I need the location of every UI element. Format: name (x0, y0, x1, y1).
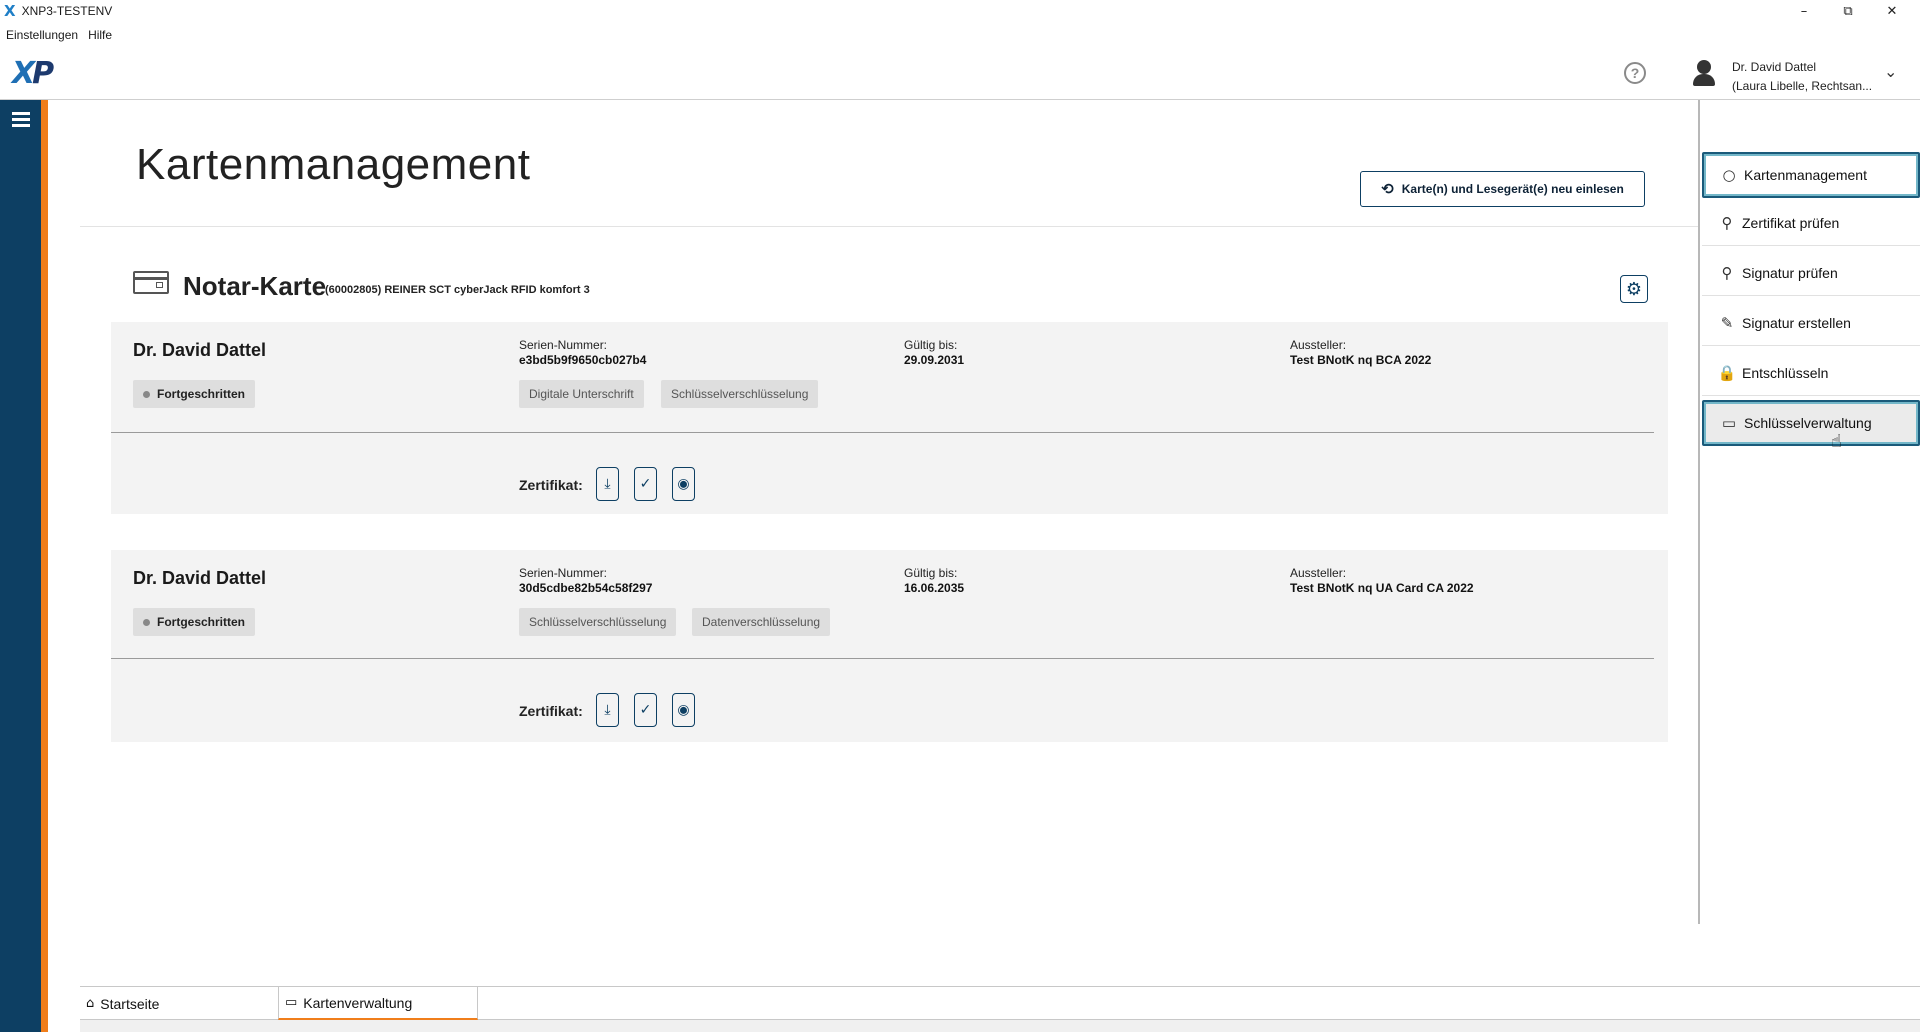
sidebar-item-schluesselverwaltung[interactable]: ▭ Schlüsselverwaltung (1702, 400, 1920, 446)
card-icon: ▭ (285, 995, 298, 1010)
window-title: XNP3-TESTENV (21, 4, 113, 18)
certificate-label: Zertifikat: (519, 703, 583, 719)
valid-label: Gültig bis: (904, 338, 958, 352)
verify-certificate-button[interactable]: ✓ (634, 693, 657, 727)
sidebar-item-label: Zertifikat prüfen (1742, 214, 1840, 231)
page-title: Kartenmanagement (136, 140, 531, 189)
checkmark-icon: ✓ (639, 476, 652, 492)
certificate-label: Zertifikat: (519, 477, 583, 493)
valid-value: 29.09.2031 (904, 353, 965, 367)
tab-label: Kartenverwaltung (303, 994, 413, 1011)
side-panel: ○ Kartenmanagement ⚲ Zertifikat prüfen ⚲… (1698, 100, 1920, 924)
sidebar-item-label: Schlüsselverwaltung (1744, 415, 1872, 431)
issuer-value: Test BNotK nq UA Card CA 2022 (1290, 581, 1474, 595)
pointer-cursor-icon: ☝ (1831, 431, 1842, 452)
search-icon: ⚲ (1721, 263, 1733, 282)
left-nav-bar (0, 100, 48, 1032)
app-icon: X (4, 2, 16, 20)
user-icon (1692, 60, 1716, 88)
cert-owner: Dr. David Dattel (133, 340, 267, 360)
restore-button[interactable]: ⧉ (1826, 0, 1870, 22)
issuer-value: Test BNotK nq BCA 2022 (1290, 353, 1432, 367)
eye-icon: ◉ (677, 476, 690, 492)
pen-icon: ✎ (1720, 313, 1734, 332)
usage-badge: Schlüsselverschlüsselung (661, 380, 819, 408)
issuer-label: Aussteller: (1290, 338, 1347, 352)
verify-certificate-button[interactable]: ✓ (634, 467, 657, 501)
menu-help[interactable]: Hilfe (88, 28, 112, 42)
close-button[interactable]: ✕ (1870, 0, 1914, 22)
download-certificate-button[interactable]: ⤓ (596, 467, 619, 501)
bottom-tab-bar: ⌂ Startseite ▭ Kartenverwaltung (80, 986, 1920, 1020)
tab-label: Startseite (100, 995, 160, 1012)
view-certificate-button[interactable]: ◉ (672, 467, 695, 501)
card-icon (133, 271, 169, 294)
serial-value: e3bd5b9f9650cb027b4 (519, 353, 647, 367)
hamburger-menu-icon[interactable] (12, 112, 30, 128)
eye-icon: ◉ (677, 702, 690, 718)
sidebar-item-zertifikat-pruefen[interactable]: ⚲ Zertifikat prüfen (1702, 200, 1920, 246)
card-icon: ▭ (1721, 414, 1737, 432)
valid-value: 16.06.2035 (904, 581, 965, 595)
tab-startseite[interactable]: ⌂ Startseite (80, 987, 278, 1020)
usage-badge: Schlüsselverschlüsselung (519, 608, 677, 636)
lock-icon: 🔒 (1717, 363, 1737, 382)
card-settings-button[interactable]: ⚙ (1620, 275, 1648, 303)
certificate-panel: Dr. David Dattel Fortgeschritten Serien-… (111, 550, 1668, 742)
cert-divider (111, 658, 1654, 659)
certificate-panel: Dr. David Dattel Fortgeschritten Serien-… (111, 322, 1668, 514)
window-titlebar: X XNP3-TESTENV – ⧉ ✕ (0, 0, 1920, 22)
sidebar-item-label: Signatur prüfen (1742, 264, 1838, 281)
refresh-icon: ⟲ (1381, 180, 1394, 198)
user-name: Dr. David Dattel (1732, 60, 1817, 74)
sidebar-item-entschluesseln[interactable]: 🔒 Entschlüsseln (1702, 350, 1920, 396)
sidebar-item-label: Signatur erstellen (1742, 314, 1851, 331)
usage-badge: Datenverschlüsselung (692, 608, 831, 636)
valid-label: Gültig bis: (904, 566, 958, 580)
sidebar-item-label: Entschlüsseln (1742, 364, 1829, 381)
app-header: XP ? Dr. David Dattel (Laura Libelle, Re… (0, 50, 1920, 100)
reload-cards-label: Karte(n) und Lesegerät(e) neu einlesen (1401, 182, 1624, 196)
minimize-button[interactable]: – (1782, 0, 1826, 22)
serial-label: Serien-Nummer: (519, 338, 608, 352)
gear-icon: ⚙ (1625, 278, 1643, 300)
sidebar-item-kartenmanagement[interactable]: ○ Kartenmanagement (1702, 152, 1920, 198)
menu-bar: Einstellungen Hilfe (0, 24, 116, 46)
help-icon[interactable]: ? (1624, 62, 1646, 84)
checkmark-icon: ✓ (639, 702, 652, 718)
view-certificate-button[interactable]: ◉ (672, 693, 695, 727)
cert-level-badge: Fortgeschritten (133, 380, 256, 408)
download-icon: ⤓ (604, 476, 611, 492)
sidebar-item-signatur-pruefen[interactable]: ⚲ Signatur prüfen (1702, 250, 1920, 296)
tab-kartenverwaltung[interactable]: ▭ Kartenverwaltung (278, 987, 478, 1020)
download-certificate-button[interactable]: ⤓ (596, 693, 619, 727)
card-title: Notar-Karte (183, 271, 327, 301)
reload-cards-button[interactable]: ⟲ Karte(n) und Lesegerät(e) neu einlesen (1360, 171, 1645, 207)
cert-owner: Dr. David Dattel (133, 568, 267, 588)
sidebar-item-label: Kartenmanagement (1744, 167, 1867, 183)
search-icon: ⚲ (1721, 213, 1733, 232)
header-divider (80, 226, 1698, 227)
card-reader-info: (60002805) REINER SCT cyberJack RFID kom… (325, 284, 590, 296)
serial-label: Serien-Nummer: (519, 566, 608, 580)
menu-settings[interactable]: Einstellungen (6, 28, 78, 42)
issuer-label: Aussteller: (1290, 566, 1347, 580)
user-info[interactable]: Dr. David Dattel (Laura Libelle, Rechtsa… (1732, 58, 1882, 96)
serial-value: 30d5cdbe82b54c58f297 (519, 581, 653, 595)
download-icon: ⤓ (604, 702, 611, 718)
status-strip (80, 1020, 1920, 1032)
usage-badge: Digitale Unterschrift (519, 380, 644, 408)
user-role: (Laura Libelle, Rechtsan... (1732, 79, 1873, 93)
chevron-down-icon[interactable]: ⌄ (1884, 62, 1897, 81)
cert-level-badge: Fortgeschritten (133, 608, 256, 636)
sidebar-item-signatur-erstellen[interactable]: ✎ Signatur erstellen (1702, 300, 1920, 346)
xp-logo: XP (12, 56, 54, 91)
nav-accent-stripe (41, 100, 48, 1032)
home-icon: ⌂ (86, 996, 95, 1011)
circle-icon: ○ (1722, 166, 1736, 184)
cert-divider (111, 432, 1654, 433)
